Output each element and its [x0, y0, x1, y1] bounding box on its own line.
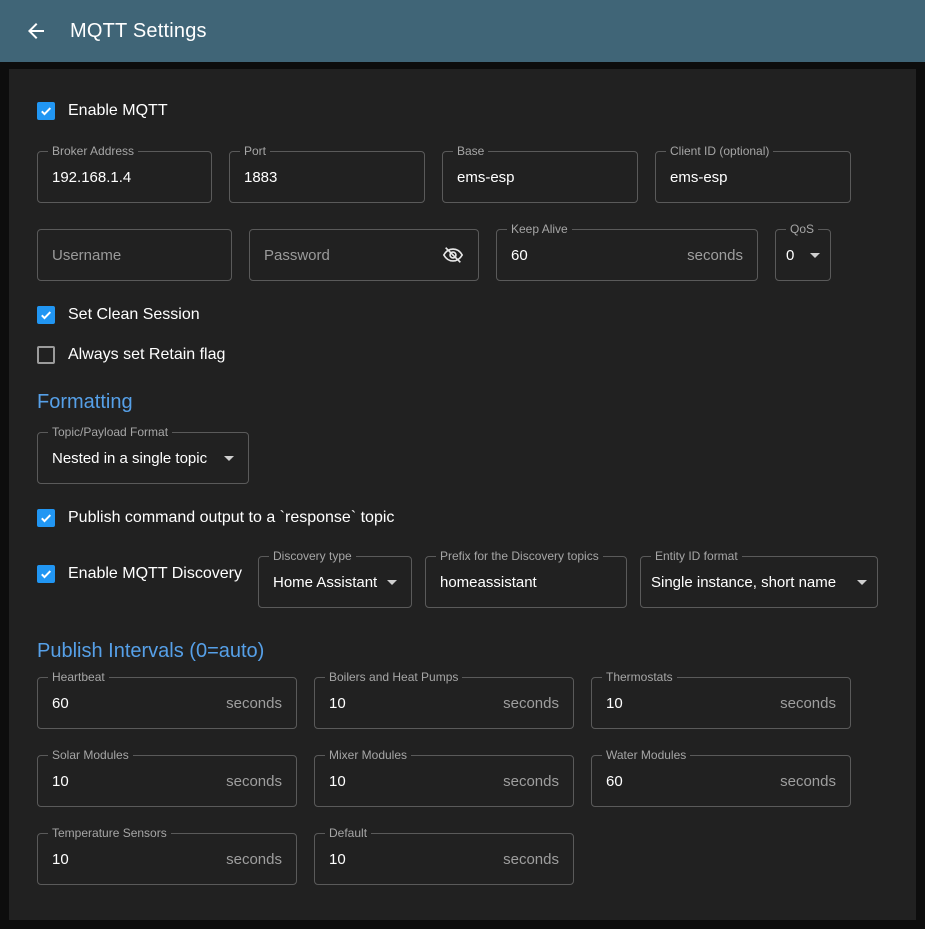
- password-field: [249, 229, 479, 281]
- checkbox-icon: [37, 306, 55, 324]
- discovery-row: Enable MQTT Discovery Discovery type Hom…: [37, 548, 888, 608]
- discovery-type-select[interactable]: Discovery type Home Assistant: [258, 556, 412, 608]
- seconds-suffix: seconds: [772, 695, 836, 712]
- temperature-sensors-interval-input[interactable]: [52, 851, 218, 868]
- field-label: Base: [453, 145, 488, 158]
- mqtt-settings-panel: Enable MQTT Broker Address Port Base Cli…: [9, 69, 916, 920]
- keep-alive-field: Keep Alive seconds: [496, 229, 758, 281]
- mixer-interval-field: Mixer Modules seconds: [314, 755, 574, 807]
- field-label: Client ID (optional): [666, 145, 773, 158]
- publish-response-checkbox[interactable]: Publish command output to a `response` t…: [37, 498, 888, 538]
- heartbeat-interval-field: Heartbeat seconds: [37, 677, 297, 729]
- broker-address-field: Broker Address: [37, 151, 212, 203]
- field-label: Topic/Payload Format: [48, 426, 172, 439]
- entity-id-format-select[interactable]: Entity ID format Single instance, short …: [640, 556, 878, 608]
- back-arrow-icon[interactable]: [24, 19, 48, 43]
- client-id-input[interactable]: [670, 169, 836, 186]
- field-label: Port: [240, 145, 270, 158]
- client-id-field: Client ID (optional): [655, 151, 851, 203]
- seconds-suffix: seconds: [495, 851, 559, 868]
- seconds-suffix: seconds: [495, 695, 559, 712]
- port-field: Port: [229, 151, 425, 203]
- field-label: Discovery type: [269, 550, 356, 563]
- broker-address-input[interactable]: [52, 169, 197, 186]
- seconds-suffix: seconds: [218, 695, 282, 712]
- seconds-suffix: seconds: [218, 851, 282, 868]
- temperature-sensors-interval-field: Temperature Sensors seconds: [37, 833, 297, 885]
- qos-value: 0: [786, 247, 794, 264]
- port-input[interactable]: [244, 169, 410, 186]
- checkbox-icon: [37, 346, 55, 364]
- base-input[interactable]: [457, 169, 623, 186]
- seconds-suffix: seconds: [772, 773, 836, 790]
- topic-format-select[interactable]: Topic/Payload Format Nested in a single …: [37, 432, 249, 484]
- field-label: Heartbeat: [48, 671, 109, 684]
- field-label: QoS: [786, 223, 818, 236]
- credentials-row: Keep Alive seconds QoS 0: [37, 229, 888, 281]
- seconds-suffix: seconds: [495, 773, 559, 790]
- field-label: Mixer Modules: [325, 749, 411, 762]
- discovery-type-value: Home Assistant: [273, 574, 377, 591]
- solar-interval-input[interactable]: [52, 773, 218, 790]
- discovery-prefix-field: Prefix for the Discovery topics: [425, 556, 627, 608]
- seconds-suffix: seconds: [218, 773, 282, 790]
- checkbox-icon: [37, 102, 55, 120]
- field-label: Boilers and Heat Pumps: [325, 671, 462, 684]
- mixer-interval-input[interactable]: [329, 773, 495, 790]
- checkbox-label: Publish command output to a `response` t…: [68, 509, 394, 527]
- default-interval-input[interactable]: [329, 851, 495, 868]
- username-input[interactable]: [52, 247, 217, 264]
- checkbox-label: Always set Retain flag: [68, 346, 225, 364]
- clean-session-checkbox[interactable]: Set Clean Session: [37, 295, 888, 335]
- retain-flag-checkbox[interactable]: Always set Retain flag: [37, 335, 888, 375]
- water-interval-input[interactable]: [606, 773, 772, 790]
- entity-id-format-value: Single instance, short name: [651, 574, 836, 591]
- discovery-prefix-input[interactable]: [440, 574, 612, 591]
- checkbox-icon: [37, 565, 55, 583]
- field-label: Prefix for the Discovery topics: [436, 550, 603, 563]
- water-interval-field: Water Modules seconds: [591, 755, 851, 807]
- field-label: Keep Alive: [507, 223, 572, 236]
- dropdown-arrow-icon: [851, 580, 867, 585]
- toggle-password-visibility-button[interactable]: [442, 244, 464, 266]
- intervals-grid: Heartbeat seconds Boilers and Heat Pumps…: [37, 677, 851, 885]
- qos-select[interactable]: QoS 0: [775, 229, 831, 281]
- visibility-off-icon: [442, 244, 464, 266]
- username-field: [37, 229, 232, 281]
- checkbox-label: Enable MQTT: [68, 102, 168, 120]
- base-field: Base: [442, 151, 638, 203]
- field-label: Solar Modules: [48, 749, 133, 762]
- page-title: MQTT Settings: [70, 20, 207, 43]
- dropdown-arrow-icon: [218, 456, 234, 461]
- keep-alive-input[interactable]: [511, 247, 679, 264]
- enable-discovery-checkbox[interactable]: Enable MQTT Discovery: [37, 556, 245, 592]
- password-input[interactable]: [264, 247, 442, 264]
- thermostats-interval-field: Thermostats seconds: [591, 677, 851, 729]
- field-label: Entity ID format: [651, 550, 742, 563]
- publish-intervals-heading: Publish Intervals (0=auto): [37, 640, 888, 663]
- boilers-interval-input[interactable]: [329, 695, 495, 712]
- dropdown-arrow-icon: [381, 580, 397, 585]
- enable-mqtt-checkbox[interactable]: Enable MQTT: [37, 91, 888, 131]
- checkbox-label: Set Clean Session: [68, 306, 200, 324]
- app-bar: MQTT Settings: [0, 0, 925, 62]
- field-label: Temperature Sensors: [48, 827, 171, 840]
- field-label: Default: [325, 827, 371, 840]
- formatting-heading: Formatting: [37, 391, 888, 414]
- checkbox-label: Enable MQTT Discovery: [68, 565, 242, 583]
- topic-format-row: Topic/Payload Format Nested in a single …: [37, 432, 888, 484]
- dropdown-arrow-icon: [804, 253, 820, 258]
- thermostats-interval-input[interactable]: [606, 695, 772, 712]
- checkbox-icon: [37, 509, 55, 527]
- boilers-interval-field: Boilers and Heat Pumps seconds: [314, 677, 574, 729]
- default-interval-field: Default seconds: [314, 833, 574, 885]
- broker-fields-row: Broker Address Port Base Client ID (opti…: [37, 151, 888, 203]
- solar-interval-field: Solar Modules seconds: [37, 755, 297, 807]
- field-label: Broker Address: [48, 145, 138, 158]
- seconds-suffix: seconds: [679, 247, 743, 264]
- heartbeat-interval-input[interactable]: [52, 695, 218, 712]
- field-label: Water Modules: [602, 749, 690, 762]
- field-label: Thermostats: [602, 671, 677, 684]
- topic-format-value: Nested in a single topic: [52, 450, 207, 467]
